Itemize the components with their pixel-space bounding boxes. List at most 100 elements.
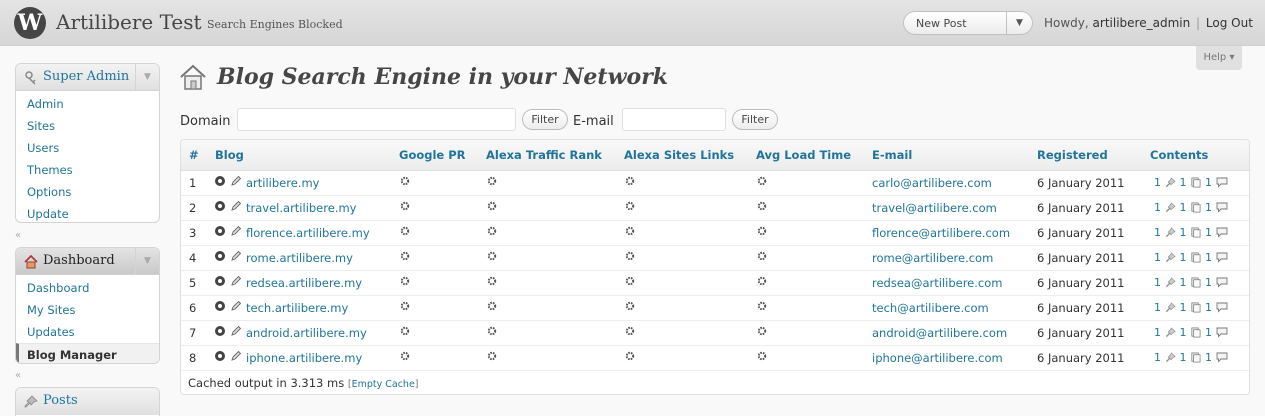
pages-count-link[interactable]: 1 bbox=[1180, 226, 1187, 239]
column-header-alexa-traffic-rank[interactable]: Alexa Traffic Rank bbox=[486, 148, 602, 162]
view-icon[interactable] bbox=[214, 175, 226, 190]
email-link[interactable]: rome@artilibere.com bbox=[872, 251, 993, 265]
menu-super-admin-title[interactable]: Super Admin bbox=[43, 69, 129, 84]
help-tab[interactable]: Help ▾ bbox=[1196, 46, 1242, 70]
menu-posts-header[interactable]: Posts bbox=[16, 388, 159, 415]
posts-count-link[interactable]: 1 bbox=[1154, 226, 1161, 239]
menu-item-blog-manager[interactable]: Blog Manager bbox=[16, 343, 159, 363]
email-filter-button[interactable]: Filter bbox=[732, 109, 778, 130]
view-icon[interactable] bbox=[214, 200, 226, 215]
site-visibility-notice[interactable]: Search Engines Blocked bbox=[207, 18, 343, 31]
view-icon[interactable] bbox=[214, 225, 226, 240]
menu-item-options[interactable]: Options bbox=[16, 181, 159, 203]
menu-posts-title[interactable]: Posts bbox=[43, 393, 78, 408]
view-icon[interactable] bbox=[214, 300, 226, 315]
menu-dashboard-header[interactable]: Dashboard ▼ bbox=[16, 248, 159, 275]
email-link[interactable]: redsea@artilibere.com bbox=[872, 276, 1002, 290]
comments-count-link[interactable]: 1 bbox=[1205, 176, 1212, 189]
edit-icon[interactable] bbox=[230, 175, 242, 190]
blog-link[interactable]: android.artilibere.my bbox=[246, 326, 367, 340]
comments-count-link[interactable]: 1 bbox=[1205, 326, 1212, 339]
view-icon[interactable] bbox=[214, 350, 226, 365]
menu-item-users[interactable]: Users bbox=[16, 137, 159, 159]
column-header-alexa-sites-links[interactable]: Alexa Sites Links bbox=[624, 148, 734, 162]
menu-item-admin[interactable]: Admin bbox=[16, 93, 159, 115]
menu-item-themes[interactable]: Themes bbox=[16, 159, 159, 181]
collapse-icon[interactable]: « bbox=[15, 230, 21, 241]
new-post-button[interactable]: New Post bbox=[916, 17, 967, 30]
chevron-down-icon[interactable]: ▼ bbox=[1006, 12, 1032, 34]
email-link[interactable]: florence@artilibere.com bbox=[872, 226, 1010, 240]
edit-icon[interactable] bbox=[230, 325, 242, 340]
posts-count-link[interactable]: 1 bbox=[1154, 201, 1161, 214]
blog-link[interactable]: rome.artilibere.my bbox=[246, 251, 353, 265]
comments-count-link[interactable]: 1 bbox=[1205, 226, 1212, 239]
email-link[interactable]: iphone@artilibere.com bbox=[872, 351, 1003, 365]
view-icon[interactable] bbox=[214, 325, 226, 340]
domain-input[interactable] bbox=[237, 108, 516, 131]
view-icon[interactable] bbox=[214, 275, 226, 290]
posts-count-link[interactable]: 1 bbox=[1154, 176, 1161, 189]
chevron-down-icon[interactable]: ▼ bbox=[135, 248, 159, 274]
username-link[interactable]: artilibere_admin bbox=[1093, 16, 1191, 30]
blog-link[interactable]: tech.artilibere.my bbox=[246, 301, 348, 315]
edit-icon[interactable] bbox=[230, 275, 242, 290]
blog-link[interactable]: travel.artilibere.my bbox=[246, 201, 356, 215]
site-title[interactable]: Artilibere Test bbox=[56, 10, 202, 34]
column-header-number[interactable]: # bbox=[189, 148, 199, 162]
posts-count-link[interactable]: 1 bbox=[1154, 326, 1161, 339]
pages-count-link[interactable]: 1 bbox=[1180, 251, 1187, 264]
menu-item-update[interactable]: Update bbox=[16, 203, 159, 222]
blog-link[interactable]: artilibere.my bbox=[246, 176, 319, 190]
posts-count-link[interactable]: 1 bbox=[1154, 351, 1161, 364]
blog-link[interactable]: florence.artilibere.my bbox=[246, 226, 370, 240]
wordpress-logo-icon[interactable]: W bbox=[14, 7, 46, 39]
email-input[interactable] bbox=[622, 108, 726, 131]
column-header-blog[interactable]: Blog bbox=[215, 148, 244, 162]
column-header-contents[interactable]: Contents bbox=[1150, 148, 1208, 162]
pages-count-link[interactable]: 1 bbox=[1180, 176, 1187, 189]
pages-count-link[interactable]: 1 bbox=[1180, 276, 1187, 289]
blog-link[interactable]: redsea.artilibere.my bbox=[246, 276, 362, 290]
comments-count-link[interactable]: 1 bbox=[1205, 276, 1212, 289]
comments-count-link[interactable]: 1 bbox=[1205, 351, 1212, 364]
logout-link[interactable]: Log Out bbox=[1206, 16, 1253, 30]
menu-item-dashboard[interactable]: Dashboard bbox=[16, 277, 159, 299]
posts-count-link[interactable]: 1 bbox=[1154, 301, 1161, 314]
edit-icon[interactable] bbox=[230, 225, 242, 240]
favorite-actions-dropdown[interactable]: New Post ▼ bbox=[903, 11, 1033, 35]
column-header-registered[interactable]: Registered bbox=[1037, 148, 1108, 162]
view-icon[interactable] bbox=[214, 250, 226, 265]
email-link[interactable]: android@artilibere.com bbox=[872, 326, 1007, 340]
help-label: Help bbox=[1203, 52, 1227, 63]
menu-item-sites[interactable]: Sites bbox=[16, 115, 159, 137]
pages-count-link[interactable]: 1 bbox=[1180, 326, 1187, 339]
menu-super-admin-header[interactable]: Super Admin ▼ bbox=[16, 64, 159, 91]
email-link[interactable]: travel@artilibere.com bbox=[872, 201, 997, 215]
domain-filter-button[interactable]: Filter bbox=[522, 109, 568, 130]
pages-count-link[interactable]: 1 bbox=[1180, 301, 1187, 314]
comments-count-link[interactable]: 1 bbox=[1205, 251, 1212, 264]
edit-icon[interactable] bbox=[230, 250, 242, 265]
pages-count-link[interactable]: 1 bbox=[1180, 201, 1187, 214]
comments-count-link[interactable]: 1 bbox=[1205, 201, 1212, 214]
collapse-icon[interactable]: « bbox=[15, 370, 21, 381]
posts-count-link[interactable]: 1 bbox=[1154, 251, 1161, 264]
edit-icon[interactable] bbox=[230, 300, 242, 315]
posts-count-link[interactable]: 1 bbox=[1154, 276, 1161, 289]
email-link[interactable]: tech@artilibere.com bbox=[872, 301, 989, 315]
column-header-google-pr[interactable]: Google PR bbox=[399, 148, 466, 162]
email-link[interactable]: carlo@artilibere.com bbox=[872, 176, 992, 190]
edit-icon[interactable] bbox=[230, 200, 242, 215]
menu-dashboard-title[interactable]: Dashboard bbox=[43, 253, 115, 268]
column-header-e-mail[interactable]: E-mail bbox=[872, 148, 912, 162]
edit-icon[interactable] bbox=[230, 350, 242, 365]
pages-count-link[interactable]: 1 bbox=[1180, 351, 1187, 364]
menu-item-my-sites[interactable]: My Sites bbox=[16, 299, 159, 321]
menu-item-updates[interactable]: Updates bbox=[16, 321, 159, 343]
chevron-down-icon[interactable]: ▼ bbox=[135, 64, 159, 90]
blog-link[interactable]: iphone.artilibere.my bbox=[246, 351, 362, 365]
empty-cache-link[interactable]: Empty Cache bbox=[352, 379, 415, 390]
comments-count-link[interactable]: 1 bbox=[1205, 301, 1212, 314]
column-header-avg-load-time[interactable]: Avg Load Time bbox=[756, 148, 851, 162]
